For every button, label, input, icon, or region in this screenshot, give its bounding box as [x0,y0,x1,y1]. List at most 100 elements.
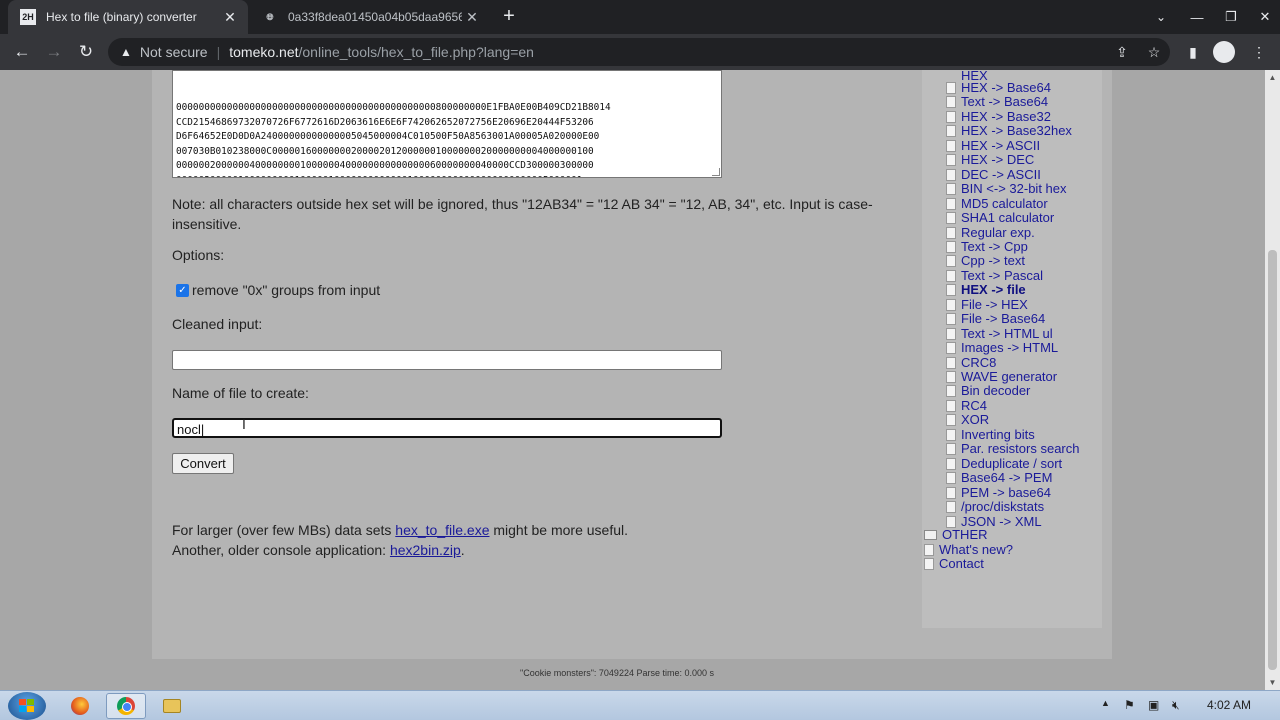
sidebar-item[interactable]: Cpp -> text [946,254,1025,268]
page-icon [946,183,956,196]
bookmark-star-icon[interactable]: ☆ [1142,40,1166,64]
sidebar-item[interactable]: Text -> HTML ul [946,326,1053,341]
sidebar-item[interactable]: Deduplicate / sort [946,455,1063,471]
cleaned-input-field[interactable] [172,350,722,370]
network-icon[interactable]: ▣ [1148,698,1159,712]
start-button[interactable] [8,692,46,720]
sidebar-item[interactable]: Bin decoder [946,384,1030,398]
tab-hash[interactable]: 🌐︎ 0a33f8dea01450a04b05daa9656 ✕ [250,0,490,34]
sidebar-item[interactable]: SHA1 calculator [946,211,1054,225]
page-icon [946,385,956,398]
hex-input-textarea[interactable]: 0000000000000000000000000000000000000000… [172,70,722,178]
page-icon [946,269,956,282]
sidebar-item[interactable]: Inverting bits [946,426,1035,442]
close-icon[interactable]: ✕ [220,9,240,26]
restore-icon[interactable]: ❐ [1214,9,1248,25]
convert-button[interactable]: Convert [172,453,234,474]
sidebar-item[interactable]: Text -> Base64 [946,95,1048,109]
sidebar-item[interactable]: Images -> HTML [946,341,1058,355]
volume-muted-icon[interactable]: 🔇︎ [1172,698,1180,713]
note-text: Note: all characters outside hex set wil… [172,196,873,232]
remove-0x-checkbox[interactable]: ✓ [176,283,189,297]
hex-line: 0000002000000400000000100000040000000000… [176,160,594,171]
filename-field[interactable]: nocl| [172,418,722,438]
taskbar-clock[interactable]: 4:02 AM [1207,698,1251,712]
remove-0x-option[interactable]: ✓ remove "0x" groups from input [176,282,380,298]
resize-handle-icon[interactable] [712,168,720,176]
menu-kebab-icon[interactable]: ⋮ [1247,40,1271,64]
sidebar-item-label: Bin decoder [961,383,1031,399]
sidebar-item-label: CRC8 [961,354,997,370]
sidebar-item[interactable]: CRC8 [946,354,997,370]
warning-icon[interactable]: ▲ [120,45,132,59]
sidebar-item[interactable]: WAVE generator [946,370,1057,384]
sidebar-item[interactable]: Base64 -> PEM [946,471,1052,485]
new-tab-button[interactable]: + [498,6,520,28]
sidebar-item[interactable]: Regular exp. [946,225,1035,240]
scroll-up-icon[interactable]: ▲ [1265,70,1280,85]
sidebar-item[interactable]: Text -> Pascal [946,268,1043,283]
sidebar-item-whats-new[interactable]: What's new? [924,542,1013,557]
profile-avatar[interactable] [1213,41,1235,63]
scroll-down-icon[interactable]: ▼ [1265,675,1280,690]
reload-icon[interactable]: ↻ [74,40,98,64]
scroll-thumb[interactable] [1268,250,1277,670]
window-controls: — ❐ ✕ [1180,0,1280,34]
sidebar-item[interactable]: DEC -> ASCII [946,167,1041,182]
sidebar-item[interactable]: HEX -> Base32hex [946,124,1072,138]
sidebar-item-label: HEX -> DEC [961,152,1035,168]
security-label[interactable]: Not secure [140,44,208,60]
side-panel-icon[interactable]: ▮ [1181,40,1205,64]
sidebar-item[interactable]: HEX -> ASCII [946,138,1040,153]
back-icon[interactable]: ← [10,40,34,64]
sidebar-item-label: HEX -> Base32hex [961,123,1072,139]
page-icon [946,82,956,94]
sidebar-item[interactable]: Par. resistors search [946,442,1080,456]
action-center-icon[interactable]: ⚑ [1124,698,1135,712]
sidebar-item[interactable]: File -> Base64 [946,312,1045,326]
page-scrollbar[interactable]: ▲ ▼ [1265,70,1280,690]
share-icon[interactable]: ⇪ [1110,40,1134,64]
tab-strip: 2H Hex to file (binary) converter ✕ 🌐︎ 0… [0,0,1280,34]
page-icon [946,226,956,239]
taskbar-chrome[interactable] [106,693,146,719]
firefox-icon [71,697,89,715]
page-icon [946,284,956,297]
globe-icon: 🌐︎ [266,11,274,22]
hex-lines: 0000000000000000000000000000000000000000… [176,101,718,177]
url-host: tomeko.net [229,44,299,60]
older-suffix: . [460,542,465,558]
minimize-icon[interactable]: — [1180,10,1214,25]
close-icon[interactable]: ✕ [462,9,482,26]
sidebar-item[interactable]: XOR [946,413,989,427]
address-bar[interactable]: ▲ Not secure | tomeko.net/online_tools/h… [108,38,1170,66]
sidebar-item[interactable]: PEM -> base64 [946,485,1051,500]
sidebar-item[interactable]: HEX -> Base64 [946,81,1051,95]
forward-icon[interactable]: → [42,40,66,64]
hex-to-file-exe-link[interactable]: hex_to_file.exe [395,522,489,538]
sidebar-item-label: Deduplicate / sort [961,455,1063,471]
sidebar-item[interactable]: BIN <-> 32-bit hex [946,182,1067,196]
close-window-icon[interactable]: ✕ [1248,9,1280,25]
sidebar-item-contact[interactable]: Contact [924,556,984,571]
tray-expand-icon[interactable]: ▲ [1101,698,1110,708]
sidebar-item-label: BIN <-> 32-bit hex [961,181,1067,197]
hex2bin-zip-link[interactable]: hex2bin.zip [390,542,461,558]
sidebar-item[interactable]: HEX -> file [946,283,1026,297]
sidebar-item-label: Inverting bits [961,426,1035,442]
sidebar-item[interactable]: /proc/diskstats [946,500,1044,514]
sidebar-item[interactable]: Text -> Cpp [946,239,1028,254]
divider: | [216,44,221,60]
sidebar-item[interactable]: File -> HEX [946,297,1028,312]
tab-search-icon[interactable]: ⌄ [1150,6,1172,28]
sidebar-item[interactable]: HEX -> Base32 [946,109,1051,124]
sidebar-item[interactable]: MD5 calculator [946,196,1048,211]
sidebar-item[interactable]: RC4 [946,398,987,413]
sidebar-item-label: File -> Base64 [961,311,1046,327]
larger-data-text: For larger (over few MBs) data sets hex_… [172,522,628,538]
taskbar-explorer[interactable] [152,693,192,719]
taskbar-firefox[interactable] [60,693,100,719]
tab-hex-to-file[interactable]: 2H Hex to file (binary) converter ✕ [8,0,248,34]
sidebar-folder-other[interactable]: OTHER [924,527,988,542]
sidebar-item[interactable]: HEX -> DEC [946,153,1034,167]
